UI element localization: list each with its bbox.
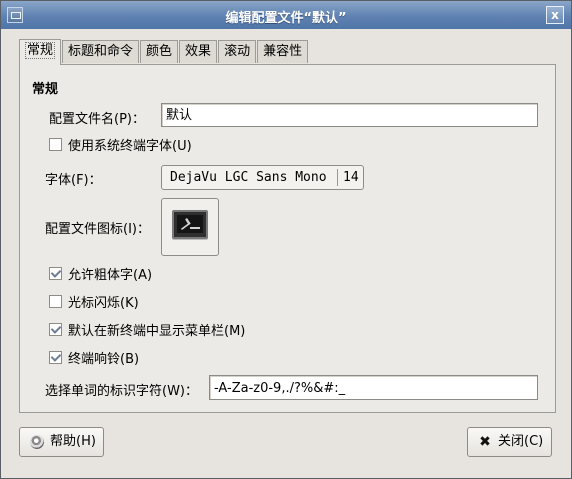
close-icon: ✖: [479, 434, 491, 450]
general-section-title: 常规: [32, 82, 59, 97]
profile-tabs: 常规 标题和命令 颜色 效果 滚动 兼容性: [19, 39, 309, 65]
tab-scrolling[interactable]: 滚动: [218, 40, 257, 63]
font-label: 字体(F)：: [45, 173, 102, 188]
terminal-cursor-icon: [190, 227, 200, 229]
profile-editor-window: 编辑配置文件“默认” x 常规 标题和命令 颜色 效果 滚动 兼容性 常规 配置…: [0, 0, 572, 479]
help-icon: [30, 435, 44, 449]
close-icon: x: [551, 8, 559, 22]
font-picker-button[interactable]: DejaVu LGC Sans Mono 14: [161, 165, 364, 190]
tab-colors[interactable]: 颜色: [140, 40, 179, 63]
general-tab-panel: 常规 配置文件名(P)： 默认 使用系统终端字体(U) 字体(F)： DejaV…: [19, 64, 556, 413]
show-menubar-checkbox[interactable]: [49, 323, 62, 336]
font-name: DejaVu LGC Sans Mono: [170, 170, 327, 185]
font-separator: [337, 169, 338, 186]
cursor-blink-checkbox[interactable]: [49, 295, 62, 308]
tab-colors-label: 颜色: [146, 44, 173, 59]
cursor-blink-label[interactable]: 光标闪烁(K): [68, 292, 139, 311]
tab-title-command[interactable]: 标题和命令: [62, 40, 140, 63]
profile-name-input[interactable]: 默认: [161, 103, 538, 127]
profile-icon-label: 配置文件图标(I)：: [45, 222, 150, 237]
close-button-label: 关闭(C): [498, 434, 544, 449]
profile-icon-button[interactable]: [161, 198, 219, 256]
help-button-label: 帮助(H): [50, 434, 96, 449]
tab-compatibility[interactable]: 兼容性: [257, 40, 309, 63]
terminal-icon: [172, 210, 208, 239]
system-font-label[interactable]: 使用系统终端字体(U): [68, 135, 192, 154]
help-button[interactable]: 帮助(H): [19, 427, 104, 457]
title-bar[interactable]: 编辑配置文件“默认” x: [1, 1, 571, 29]
terminal-bell-checkbox[interactable]: [49, 351, 62, 364]
word-chars-input[interactable]: -A-Za-z0-9,./?%&#:_: [209, 375, 538, 400]
close-button[interactable]: ✖ 关闭(C): [467, 427, 552, 457]
tab-general[interactable]: 常规: [19, 39, 62, 65]
tab-scrolling-label: 滚动: [224, 44, 251, 59]
system-font-checkbox[interactable]: [49, 138, 62, 151]
tab-effects[interactable]: 效果: [179, 40, 218, 63]
word-chars-label: 选择单词的标识字符(W)：: [45, 384, 198, 399]
tab-compatibility-label: 兼容性: [263, 44, 303, 59]
tab-effects-label: 效果: [185, 44, 212, 59]
tab-general-label: 常规: [25, 42, 56, 59]
window-title: 编辑配置文件“默认”: [225, 11, 347, 26]
allow-bold-label[interactable]: 允许粗体字(A): [68, 264, 152, 283]
tab-title-command-label: 标题和命令: [68, 44, 134, 59]
show-menubar-label[interactable]: 默认在新终端中显示菜单栏(M): [68, 320, 245, 339]
terminal-bell-label[interactable]: 终端响铃(B): [68, 348, 139, 367]
profile-name-label: 配置文件名(P)：: [49, 112, 145, 127]
window-close-button[interactable]: x: [546, 6, 564, 24]
allow-bold-checkbox[interactable]: [49, 267, 62, 280]
font-size: 14: [343, 170, 359, 185]
